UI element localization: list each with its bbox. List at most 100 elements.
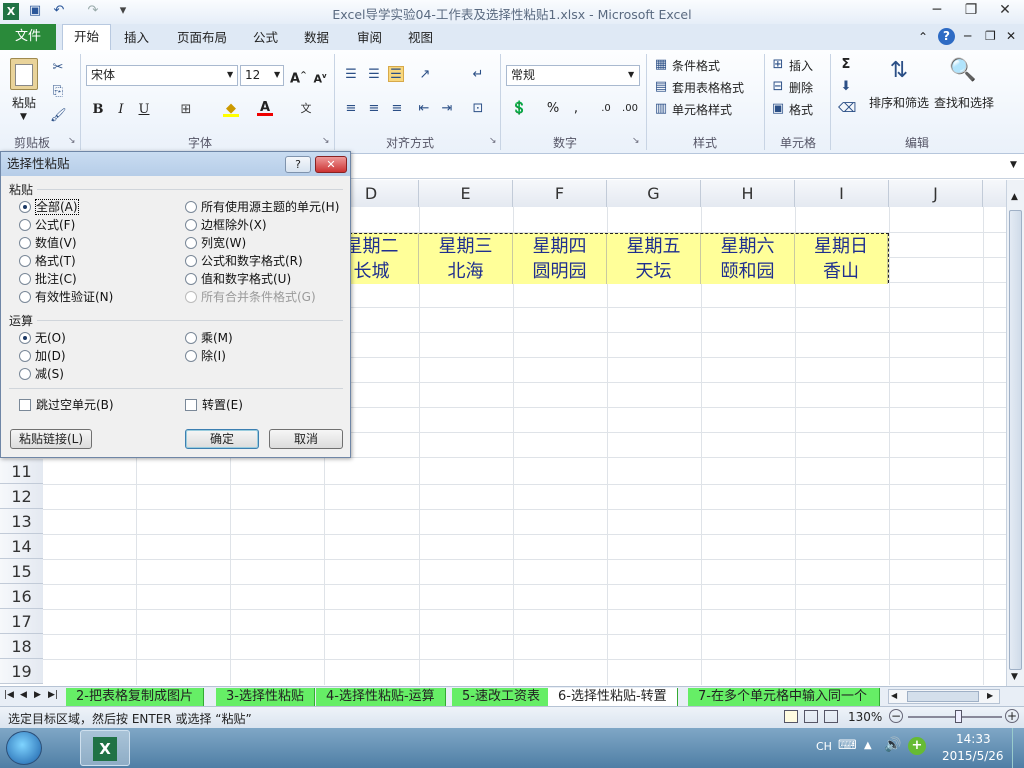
alignment-launcher-icon[interactable]: ↘: [489, 136, 497, 146]
decrease-indent-icon[interactable]: ⇤: [416, 101, 432, 117]
align-top-icon[interactable]: ☰: [343, 67, 359, 83]
volume-icon[interactable]: 🔊: [884, 737, 901, 753]
format-cells-button[interactable]: 格式: [789, 101, 813, 118]
operation-subtract-radio[interactable]: 减(S): [19, 366, 64, 382]
column-header[interactable]: G: [607, 180, 701, 207]
wrap-text-icon[interactable]: ↵: [470, 67, 486, 83]
cell[interactable]: 星期五: [607, 234, 701, 259]
skip-blanks-checkbox[interactable]: 跳过空单元(B): [19, 397, 114, 413]
tab-formulas[interactable]: 公式: [242, 27, 289, 50]
align-center-icon[interactable]: ≡: [366, 101, 382, 117]
comma-style-icon[interactable]: ,: [568, 101, 584, 117]
transpose-checkbox[interactable]: 转置(E): [185, 397, 243, 413]
copied-range[interactable]: 星期二 星期三 星期四 星期五 星期六 星期日 长城 北海 圆明园 天坛 颐和园…: [324, 233, 889, 284]
shrink-font-icon[interactable]: Av: [312, 68, 328, 86]
row-header[interactable]: 16: [0, 584, 43, 609]
cell[interactable]: 香山: [795, 259, 888, 284]
copy-icon[interactable]: ⎘: [50, 84, 66, 100]
row-header[interactable]: 18: [0, 634, 43, 659]
border-icon[interactable]: ⊞: [178, 102, 194, 118]
operation-none-radio[interactable]: 无(O): [19, 330, 66, 346]
show-desktop-button[interactable]: [1012, 728, 1024, 768]
horizontal-scrollbar[interactable]: ◀ ▶: [888, 689, 1000, 704]
paste-source-theme-radio[interactable]: 所有使用源主题的单元(H): [185, 199, 339, 215]
conditional-format-button[interactable]: 条件格式: [672, 57, 720, 74]
cell[interactable]: 天坛: [607, 259, 701, 284]
language-indicator[interactable]: CH: [816, 740, 832, 753]
paste-dropdown-icon[interactable]: ▼: [20, 112, 27, 122]
align-middle-icon[interactable]: ☰: [366, 67, 382, 83]
align-left-icon[interactable]: ≡: [343, 101, 359, 117]
sort-filter-icon[interactable]: ⇅: [884, 58, 914, 88]
row-header[interactable]: 11: [0, 459, 43, 484]
keyboard-icon[interactable]: ⌨: [838, 738, 857, 753]
paste-no-borders-radio[interactable]: 边框除外(X): [185, 217, 267, 233]
cell-styles-icon[interactable]: ▥: [653, 101, 669, 117]
sheet-tab-active[interactable]: 6-选择性粘贴-转置: [548, 688, 678, 706]
phonetic-icon[interactable]: 文: [298, 101, 314, 117]
accounting-format-icon[interactable]: 💲: [511, 101, 527, 117]
tray-expand-icon[interactable]: ▲: [864, 740, 872, 751]
format-cells-icon[interactable]: ▣: [770, 101, 786, 117]
paste-all-radio[interactable]: 全部(A): [19, 199, 79, 215]
column-header[interactable]: I: [795, 180, 889, 207]
expand-formula-bar-icon[interactable]: ▼: [1010, 160, 1017, 170]
workbook-close-icon[interactable]: ✕: [1006, 29, 1016, 43]
font-launcher-icon[interactable]: ↘: [322, 136, 330, 146]
paste-link-button[interactable]: 粘贴链接(L): [10, 429, 92, 449]
clear-icon[interactable]: ⌫: [838, 101, 856, 117]
column-header[interactable]: J: [889, 180, 983, 207]
dialog-help-button[interactable]: ?: [285, 156, 311, 173]
delete-cells-button[interactable]: 删除: [789, 79, 813, 96]
operation-multiply-radio[interactable]: 乘(M): [185, 330, 233, 346]
scroll-thumb[interactable]: [1009, 210, 1022, 670]
row-header[interactable]: 14: [0, 534, 43, 559]
column-header[interactable]: E: [419, 180, 513, 207]
dialog-close-button[interactable]: ✕: [315, 156, 347, 173]
column-header[interactable]: H: [701, 180, 795, 207]
bold-icon[interactable]: B: [90, 102, 106, 118]
increase-indent-icon[interactable]: ⇥: [439, 101, 455, 117]
number-launcher-icon[interactable]: ↘: [632, 136, 640, 146]
tab-view[interactable]: 视图: [397, 27, 444, 50]
cell-styles-button[interactable]: 单元格样式: [672, 101, 732, 118]
sheet-tab[interactable]: 7-在多个单元格中输入同一个: [688, 688, 880, 706]
format-painter-icon[interactable]: 🖌: [50, 108, 67, 124]
row-header[interactable]: 12: [0, 484, 43, 509]
page-break-view-icon[interactable]: [824, 710, 838, 723]
tab-home[interactable]: 开始: [62, 24, 112, 50]
ok-button[interactable]: 确定: [185, 429, 259, 449]
italic-icon[interactable]: I: [113, 102, 129, 118]
operation-divide-radio[interactable]: 除(I): [185, 348, 226, 364]
sheet-tab[interactable]: 2-把表格复制成图片: [66, 688, 204, 706]
align-bottom-icon[interactable]: ☰: [388, 66, 404, 82]
sheet-tab[interactable]: 5-速改工资表: [452, 688, 551, 706]
paste-comments-radio[interactable]: 批注(C): [19, 271, 77, 287]
operation-add-radio[interactable]: 加(D): [19, 348, 66, 364]
minimize-ribbon-icon[interactable]: ⌃: [918, 30, 928, 44]
cell[interactable]: 星期三: [419, 234, 513, 259]
cell[interactable]: 星期四: [513, 234, 607, 259]
decrease-decimal-icon[interactable]: .00: [622, 101, 638, 117]
tab-insert[interactable]: 插入: [113, 27, 160, 50]
help-icon[interactable]: ?: [938, 28, 955, 45]
orientation-icon[interactable]: ↗: [417, 67, 433, 83]
clock-date[interactable]: 2015/5/26: [942, 749, 1004, 763]
format-as-table-button[interactable]: 套用表格格式: [672, 79, 744, 96]
percent-icon[interactable]: %: [545, 101, 561, 117]
insert-cells-icon[interactable]: ⊞: [770, 57, 786, 73]
sort-filter-button[interactable]: 排序和筛选: [869, 94, 929, 111]
find-select-icon[interactable]: 🔍: [948, 58, 978, 88]
table-format-icon[interactable]: ▤: [653, 79, 669, 95]
vertical-scrollbar[interactable]: ▲ ▼: [1006, 180, 1024, 686]
network-icon[interactable]: +: [908, 737, 926, 755]
cell[interactable]: 北海: [419, 259, 513, 284]
scroll-down-icon[interactable]: ▼: [1011, 672, 1018, 682]
cell[interactable]: 颐和园: [701, 259, 795, 284]
row-header[interactable]: 17: [0, 609, 43, 634]
taskbar-excel-icon[interactable]: X: [80, 730, 130, 766]
autosum-icon[interactable]: Σ: [838, 57, 854, 73]
fill-color-icon[interactable]: ◆: [223, 101, 239, 117]
normal-view-icon[interactable]: [784, 710, 798, 723]
restore-button[interactable]: ❐: [958, 2, 984, 22]
